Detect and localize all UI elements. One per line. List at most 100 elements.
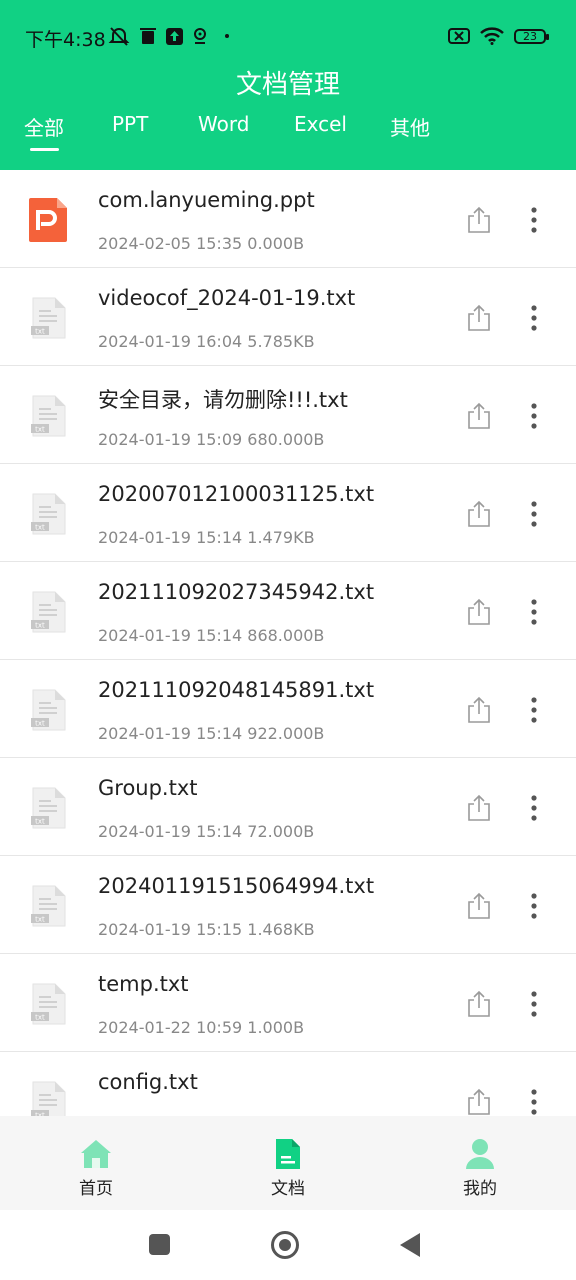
more-options-icon[interactable]	[524, 892, 544, 920]
file-meta: 2024-01-22 10:59 1.000B	[98, 1018, 305, 1037]
share-icon[interactable]	[466, 500, 492, 528]
bottom-navigation: 首页 文档 我的	[0, 1116, 576, 1210]
share-icon[interactable]	[466, 696, 492, 724]
share-icon[interactable]	[466, 402, 492, 430]
share-icon[interactable]	[466, 598, 492, 626]
file-type-label: txt	[35, 916, 45, 924]
more-options-icon[interactable]	[524, 500, 544, 528]
file-row[interactable]: txt 202007012100031125.txt 2024-01-19 15:1…	[0, 464, 576, 562]
file-list: com.lanyueming.ppt 2024-02-05 15:35 0.000…	[0, 170, 576, 1116]
document-icon	[276, 1139, 300, 1169]
more-options-icon[interactable]	[524, 990, 544, 1018]
file-type-label: txt	[35, 426, 45, 434]
tab-excel[interactable]: Excel	[294, 112, 347, 136]
file-row[interactable]: txt videocof_2024-01-19.txt 2024-01-19 16:…	[0, 268, 576, 366]
share-icon[interactable]	[466, 794, 492, 822]
more-options-icon[interactable]	[524, 794, 544, 822]
location-icon	[194, 28, 206, 44]
tab-other[interactable]: 其他	[390, 112, 430, 141]
home-icon	[81, 1140, 111, 1168]
txt-file-icon: txt	[31, 1081, 66, 1116]
file-type-label: txt	[35, 622, 45, 630]
file-meta: 2024-01-19 15:14 72.000B	[98, 822, 315, 841]
file-row[interactable]: txt 202111092048145891.txt 2024-01-19 15:1…	[0, 660, 576, 758]
file-row[interactable]: txt config.txt	[0, 1052, 576, 1116]
profile-icon	[466, 1139, 494, 1169]
file-name: 202111092048145891.txt	[98, 678, 375, 702]
filter-tabs: 全部 PPT Word Excel 其他	[0, 112, 576, 152]
file-meta: 2024-02-05 15:35 0.000B	[98, 234, 305, 253]
more-options-icon[interactable]	[524, 1088, 544, 1116]
share-icon[interactable]	[466, 892, 492, 920]
status-notification-icons	[108, 22, 229, 50]
file-row[interactable]: com.lanyueming.ppt 2024-02-05 15:35 0.000…	[0, 170, 576, 268]
txt-file-icon: txt	[31, 689, 66, 731]
file-name: 202111092027345942.txt	[98, 580, 375, 604]
file-row[interactable]: txt temp.txt 2024-01-22 10:59 1.000B	[0, 954, 576, 1052]
more-options-icon[interactable]	[524, 206, 544, 234]
file-row[interactable]: txt 202111092027345942.txt 2024-01-19 15:1…	[0, 562, 576, 660]
more-options-icon[interactable]	[524, 304, 544, 332]
more-options-icon[interactable]	[524, 598, 544, 626]
file-meta: 2024-01-19 15:14 1.479KB	[98, 528, 315, 547]
file-meta: 2024-01-19 15:09 680.000B	[98, 430, 325, 449]
file-name: 202007012100031125.txt	[98, 482, 375, 506]
file-row[interactable]: txt 安全目录，请勿删除!!!.txt 2024-01-19 15:09 680.…	[0, 366, 576, 464]
file-name: Group.txt	[98, 776, 198, 800]
back-button[interactable]	[400, 1233, 420, 1257]
share-icon[interactable]	[466, 990, 492, 1018]
nav-documents[interactable]: 文档	[228, 1116, 348, 1210]
status-bar: 下午4:38 23	[0, 0, 576, 70]
active-tab-indicator	[30, 148, 59, 151]
file-type-label: txt	[35, 1014, 45, 1022]
file-row[interactable]: txt 202401191515064994.txt 2024-01-19 15:1…	[0, 856, 576, 954]
share-icon[interactable]	[466, 206, 492, 234]
file-meta: 2024-01-19 15:15 1.468KB	[98, 920, 315, 939]
txt-file-icon: txt	[31, 787, 66, 829]
mute-bell-icon	[108, 27, 130, 46]
share-icon[interactable]	[466, 1088, 492, 1116]
page-title: 文档管理	[235, 70, 340, 100]
battery-icon: 23	[514, 28, 549, 44]
wifi-icon	[480, 27, 504, 45]
home-button[interactable]	[271, 1231, 299, 1259]
share-icon[interactable]	[466, 304, 492, 332]
ppt-file-icon	[29, 198, 67, 242]
txt-file-icon: txt	[31, 591, 66, 633]
nav-documents-label: 文档	[271, 1179, 305, 1199]
file-name: videocof_2024-01-19.txt	[98, 286, 356, 310]
file-name: 安全目录，请勿删除!!!.txt	[98, 388, 348, 412]
file-row[interactable]: txt Group.txt 2024-01-19 15:14 72.000B	[0, 758, 576, 856]
file-name: com.lanyueming.ppt	[98, 188, 315, 212]
txt-file-icon: txt	[31, 395, 66, 437]
trash-icon	[140, 28, 156, 44]
upload-icon	[166, 27, 183, 45]
tab-word[interactable]: Word	[198, 112, 249, 136]
file-meta: 2024-01-19 16:04 5.785KB	[98, 332, 315, 351]
txt-file-icon: txt	[31, 493, 66, 535]
battery-level: 23	[523, 29, 537, 43]
txt-file-icon: txt	[31, 885, 66, 927]
dot-icon	[225, 34, 229, 38]
app-header: 下午4:38 23 文档管理 全部 PPT Word Excel 其他	[0, 0, 576, 170]
tab-all[interactable]: 全部	[24, 112, 64, 141]
file-type-label: txt	[35, 328, 45, 336]
no-sim-icon	[448, 28, 470, 44]
file-meta: 2024-01-19 15:14 922.000B	[98, 724, 325, 743]
file-type-label: txt	[35, 818, 45, 826]
file-name: temp.txt	[98, 972, 189, 996]
file-name: config.txt	[98, 1070, 198, 1094]
nav-home[interactable]: 首页	[36, 1116, 156, 1210]
status-time: 下午4:38	[25, 29, 106, 51]
txt-file-icon: txt	[31, 297, 66, 339]
file-type-label: txt	[35, 524, 45, 532]
file-name: 202401191515064994.txt	[98, 874, 375, 898]
file-meta: 2024-01-19 15:14 868.000B	[98, 626, 325, 645]
recent-apps-button[interactable]	[149, 1234, 170, 1255]
file-type-label: txt	[35, 720, 45, 728]
more-options-icon[interactable]	[524, 696, 544, 724]
status-system-icons: 23	[448, 22, 549, 50]
more-options-icon[interactable]	[524, 402, 544, 430]
nav-profile[interactable]: 我的	[420, 1116, 540, 1210]
tab-ppt[interactable]: PPT	[112, 112, 148, 136]
